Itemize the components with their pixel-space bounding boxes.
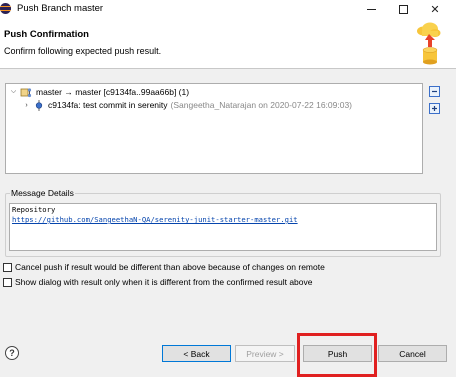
button-bar: ? < Back Preview > Push Cancel bbox=[0, 330, 456, 377]
window-title: Push Branch master bbox=[17, 3, 104, 14]
cancel-if-different-checkbox[interactable] bbox=[3, 262, 12, 272]
message-details-label: Message Details bbox=[10, 188, 75, 198]
page-title: Push Confirmation bbox=[4, 29, 89, 40]
message-line: Repository bbox=[12, 205, 56, 214]
message-details-text[interactable]: Repository https://github.com/SangeethaN… bbox=[9, 203, 437, 251]
show-dialog-label: Show dialog with result only when it is … bbox=[15, 277, 313, 287]
cancel-if-different-option[interactable]: Cancel push if result would be different… bbox=[3, 262, 325, 272]
expand-all-icon bbox=[428, 102, 440, 114]
push-result-tree[interactable]: ⌵ master → master [c9134fa..99aa66b] (1)… bbox=[5, 83, 423, 174]
help-icon[interactable]: ? bbox=[5, 346, 19, 360]
commit-label: c9134fa: test commit in serenity bbox=[48, 100, 168, 110]
minimize-icon bbox=[366, 9, 376, 10]
repository-url-link[interactable]: https://github.com/SangeethaN-QA/serenit… bbox=[12, 215, 434, 225]
tree-row-branch[interactable]: ⌵ master → master [c9134fa..99aa66b] (1) bbox=[9, 85, 189, 99]
back-button[interactable]: < Back bbox=[162, 345, 231, 362]
title-bar: Push Branch master ✕ bbox=[0, 0, 456, 19]
page-description: Confirm following expected push result. bbox=[4, 46, 162, 56]
minimize-button[interactable] bbox=[356, 0, 386, 19]
commit-detail: (Sangeetha_Natarajan on 2020-07-22 16:09… bbox=[170, 100, 353, 110]
expand-arrow-icon[interactable]: ⌵ bbox=[9, 88, 18, 96]
push-highlight-box bbox=[297, 333, 377, 377]
show-dialog-option[interactable]: Show dialog with result only when it is … bbox=[3, 277, 313, 287]
cancel-if-different-label: Cancel push if result would be different… bbox=[15, 262, 325, 272]
collapse-all-icon bbox=[428, 85, 440, 97]
repository-icon bbox=[20, 87, 32, 97]
branch-label: master → master [c9134fa..99aa66b] (1) bbox=[36, 87, 190, 97]
cancel-button[interactable]: Cancel bbox=[378, 345, 447, 362]
maximize-icon bbox=[398, 5, 408, 14]
collapse-all-button[interactable] bbox=[428, 85, 440, 97]
show-dialog-checkbox[interactable] bbox=[3, 277, 12, 287]
dialog-content: ⌵ master → master [c9134fa..99aa66b] (1)… bbox=[0, 69, 456, 330]
wizard-header: Push Confirmation Confirm following expe… bbox=[0, 19, 456, 68]
collapsed-arrow-icon[interactable]: › bbox=[22, 102, 31, 109]
preview-button[interactable]: Preview > bbox=[235, 345, 295, 362]
push-banner-icon bbox=[417, 22, 441, 65]
eclipse-icon bbox=[0, 3, 11, 14]
message-details-group: Message Details Repository https://githu… bbox=[5, 188, 441, 257]
tree-row-commit[interactable]: › c9134fa: test commit in serenity (Sang… bbox=[22, 98, 352, 112]
commit-icon bbox=[35, 99, 43, 111]
maximize-button[interactable] bbox=[388, 0, 418, 19]
expand-all-button[interactable] bbox=[428, 102, 440, 114]
close-button[interactable]: ✕ bbox=[420, 0, 450, 19]
close-icon: ✕ bbox=[430, 4, 440, 16]
